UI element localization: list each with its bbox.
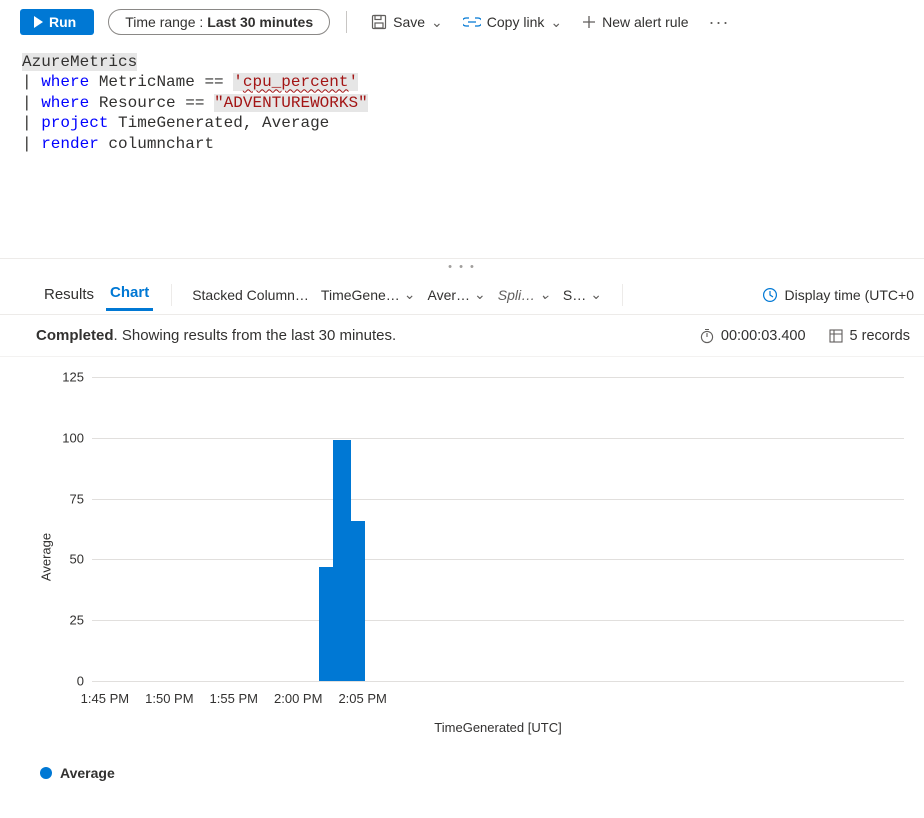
query-editor[interactable]: AzureMetrics | where MetricName == 'cpu_… <box>0 44 924 259</box>
tab-separator <box>622 284 623 306</box>
clock-icon <box>762 287 778 303</box>
chart-plot: 0255075100125 <box>92 377 904 681</box>
y-axis-dropdown[interactable]: Aver…⌄ <box>426 282 488 307</box>
display-time-dropdown[interactable]: Display time (UTC+0 <box>762 287 914 303</box>
link-icon <box>463 15 481 29</box>
stopwatch-icon <box>699 328 715 344</box>
chevron-down-icon: ⌄ <box>550 14 562 31</box>
x-axis-label: TimeGenerated [UTC] <box>92 720 904 735</box>
record-count: 5 records <box>828 328 910 344</box>
plus-icon <box>582 15 596 29</box>
copy-link-label: Copy link <box>487 14 545 30</box>
legend-label: Average <box>60 765 115 781</box>
aggregation-dropdown[interactable]: S…⌄ <box>561 282 604 307</box>
split-by-dropdown[interactable]: Spli…⌄ <box>496 282 553 307</box>
run-label: Run <box>49 14 76 30</box>
query-duration: 00:00:03.400 <box>699 328 806 344</box>
chart-bar[interactable] <box>347 521 365 682</box>
chart-type-dropdown[interactable]: Stacked Column… <box>190 283 311 307</box>
status-bar: Completed. Showing results from the last… <box>0 315 924 357</box>
kql-table: AzureMetrics <box>22 53 137 71</box>
time-range-label: Time range : <box>125 14 203 30</box>
new-alert-label: New alert rule <box>602 14 688 30</box>
x-axis: 1:45 PM1:50 PM1:55 PM2:00 PM2:05 PM <box>92 691 904 711</box>
toolbar: Run Time range : Last 30 minutes Save ⌄ … <box>0 0 924 44</box>
new-alert-button[interactable]: New alert rule <box>574 10 696 34</box>
legend-swatch <box>40 767 52 779</box>
tab-chart[interactable]: Chart <box>106 278 153 311</box>
chart-legend: Average <box>0 737 924 781</box>
tab-separator <box>171 284 172 306</box>
chevron-down-icon: ⌄ <box>431 14 443 31</box>
chevron-down-icon: ⌄ <box>590 286 602 303</box>
status-text: Completed. Showing results from the last… <box>36 327 396 344</box>
tab-results[interactable]: Results <box>40 280 98 309</box>
toolbar-separator <box>346 11 347 33</box>
splitter-handle[interactable]: • • • <box>0 259 924 275</box>
chevron-down-icon: ⌄ <box>539 286 551 303</box>
run-button[interactable]: Run <box>20 9 94 35</box>
time-range-value: Last 30 minutes <box>207 14 313 30</box>
results-tabs-row: Results Chart Stacked Column… TimeGene…⌄… <box>0 275 924 315</box>
records-icon <box>828 328 844 344</box>
chevron-down-icon: ⌄ <box>404 286 416 303</box>
save-label: Save <box>393 14 425 30</box>
chevron-down-icon: ⌄ <box>474 286 486 303</box>
time-range-picker[interactable]: Time range : Last 30 minutes <box>108 9 330 35</box>
play-icon <box>34 16 43 28</box>
save-button[interactable]: Save ⌄ <box>363 10 451 35</box>
more-menu[interactable]: ··· <box>700 12 737 33</box>
copy-link-button[interactable]: Copy link ⌄ <box>455 10 570 35</box>
chart-area: Average 0255075100125 1:45 PM1:50 PM1:55… <box>36 377 904 737</box>
save-icon <box>371 14 387 30</box>
x-axis-dropdown[interactable]: TimeGene…⌄ <box>319 282 418 307</box>
